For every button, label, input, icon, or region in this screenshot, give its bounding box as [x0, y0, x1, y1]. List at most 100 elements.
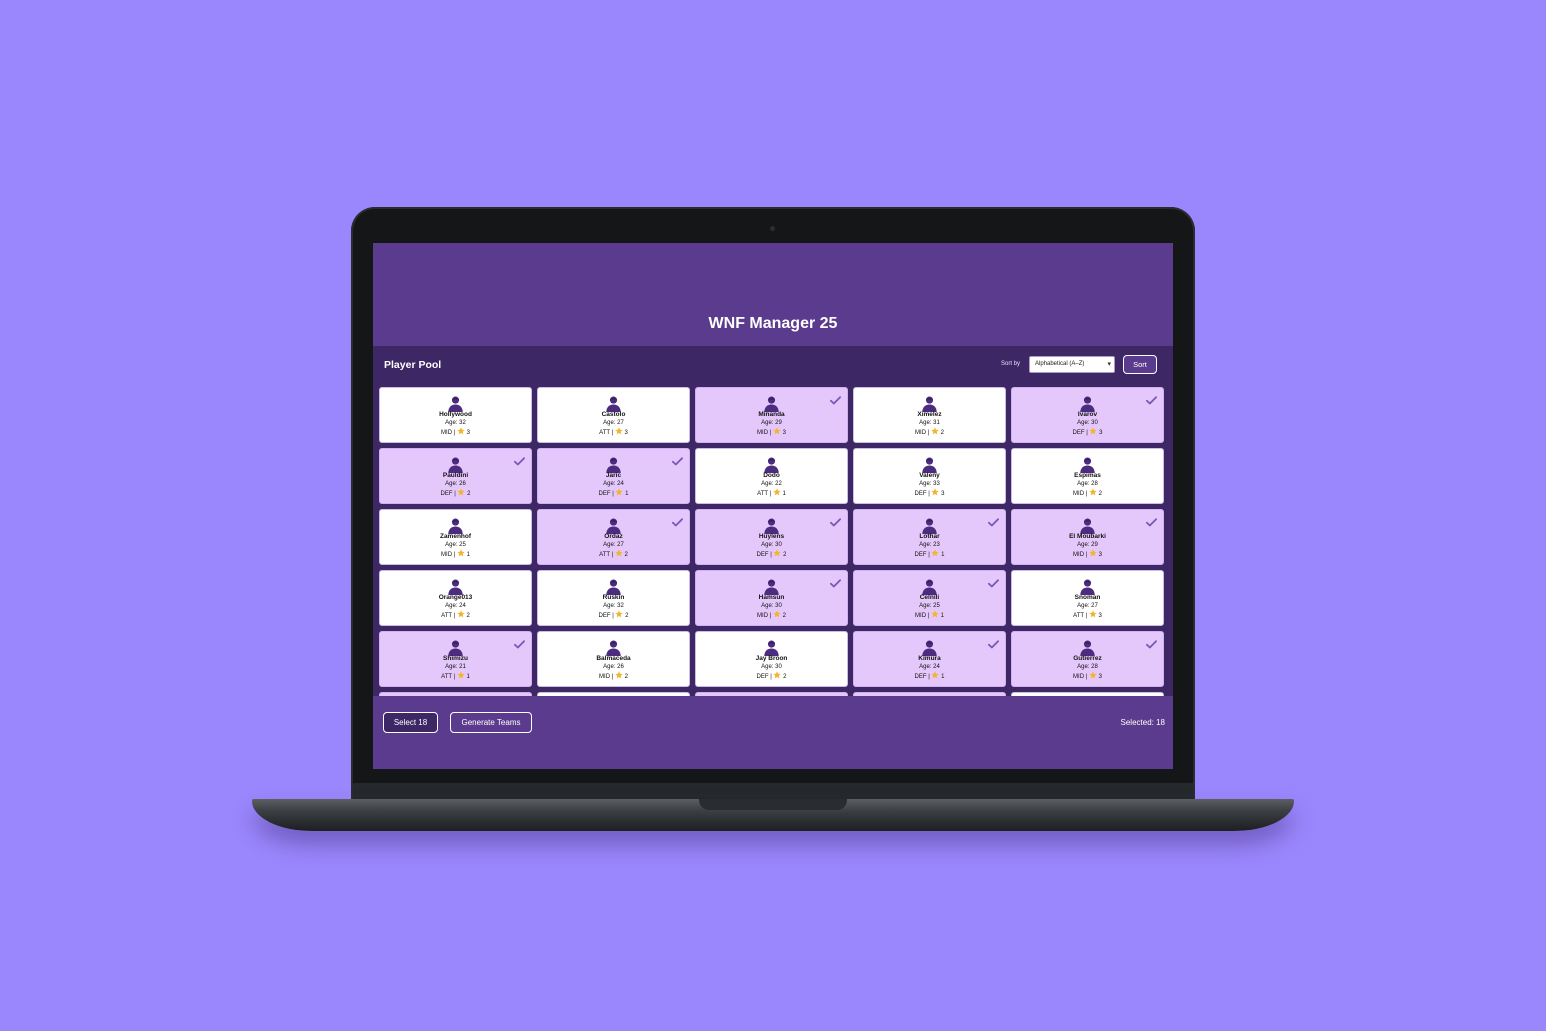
player-position: MID | — [915, 430, 931, 436]
player-name: Huylens — [758, 533, 785, 540]
star-icon — [457, 671, 465, 679]
person-silhouette-icon — [605, 517, 622, 534]
star-icon — [931, 610, 939, 618]
checkmark-icon — [988, 636, 999, 649]
player-rating: 1 — [782, 491, 786, 497]
player-name: Lothar — [919, 533, 940, 540]
player-card[interactable]: Valeny Age: 33 DEF | 3 — [853, 448, 1006, 504]
player-card[interactable]: Huylens Age: 30 DEF | 2 — [695, 509, 848, 565]
star-icon — [457, 610, 465, 618]
sort-label: Sort by — [1001, 361, 1021, 367]
player-card[interactable]: Pauldini Age: 26 DEF | 2 — [379, 448, 532, 504]
player-card[interactable]: Hamsun Age: 30 MID | 2 — [695, 570, 848, 626]
player-rating: 2 — [783, 552, 787, 558]
player-name: Snoman — [1074, 594, 1101, 601]
player-card[interactable]: Castolo Age: 27 ATT | 3 — [537, 387, 690, 443]
star-icon — [457, 427, 465, 435]
star-icon — [457, 488, 466, 496]
player-position: DEF | — [756, 552, 774, 558]
player-card[interactable]: Celnili Age: 25 MID | 1 — [853, 570, 1006, 626]
player-rating: 2 — [783, 674, 787, 680]
player-rating: 1 — [466, 674, 470, 680]
player-card[interactable]: Ordaz Age: 27 ATT | 2 — [537, 509, 690, 565]
player-card[interactable]: Lothar Age: 23 DEF | 1 — [853, 509, 1006, 565]
player-age: Age: 30 — [761, 542, 782, 548]
player-position-rating: DEF | 1 — [538, 488, 689, 499]
sort-button[interactable]: Sort — [1123, 355, 1157, 374]
player-position: MID | — [757, 613, 773, 619]
star-icon — [773, 549, 782, 557]
checkmark-icon — [672, 453, 683, 466]
player-name: Ximelez — [917, 411, 942, 418]
player-position-rating: ATT | 3 — [1012, 610, 1163, 621]
player-position-rating: ATT | 2 — [380, 610, 531, 621]
generate-teams-button[interactable]: Generate Teams — [450, 712, 532, 733]
player-card[interactable]: Kimura Age: 24 DEF | 1 — [853, 631, 1006, 687]
person-silhouette-icon — [763, 517, 780, 534]
star-icon — [615, 488, 624, 496]
player-pool-panel: Player Pool Sort by Alphabetical (A–Z) ▾… — [373, 346, 1173, 696]
player-rating: 1 — [940, 613, 944, 619]
player-age: Age: 27 — [603, 542, 624, 548]
player-card[interactable]: Espimas Age: 28 MID | 2 — [1011, 448, 1164, 504]
app-header: WNF Manager 25 — [373, 243, 1173, 346]
star-icon — [1089, 610, 1097, 618]
player-position: ATT | — [599, 552, 615, 558]
player-age: Age: 27 — [1077, 603, 1098, 609]
player-rating: 2 — [624, 552, 628, 558]
player-position-rating: ATT | 1 — [380, 671, 531, 682]
player-age: Age: 21 — [445, 664, 466, 670]
player-card[interactable]: Hollywood Age: 32 MID | 3 — [379, 387, 532, 443]
star-icon — [1089, 427, 1098, 435]
player-age: Age: 24 — [919, 664, 940, 670]
player-position: DEF | — [914, 491, 932, 497]
player-rating: 2 — [625, 613, 629, 619]
player-age: Age: 24 — [445, 603, 466, 609]
player-rating: 3 — [624, 430, 628, 436]
player-name: Celnili — [919, 594, 940, 601]
star-icon — [615, 549, 623, 557]
player-card[interactable]: Snoman Age: 27 ATT | 3 — [1011, 570, 1164, 626]
player-position-rating: MID | 2 — [1012, 488, 1163, 499]
player-rating: 1 — [625, 491, 629, 497]
player-card[interactable]: Minanda Age: 29 MID | 3 — [695, 387, 848, 443]
player-age: Age: 26 — [445, 481, 466, 487]
player-age: Age: 30 — [761, 603, 782, 609]
player-age: Age: 32 — [445, 420, 466, 426]
player-age: Age: 28 — [1077, 481, 1098, 487]
player-position-rating: MID | 2 — [538, 671, 689, 682]
person-silhouette-icon — [1079, 517, 1096, 534]
player-position: MID | — [441, 552, 457, 558]
star-icon — [615, 427, 623, 435]
select-18-button[interactable]: Select 18 — [383, 712, 438, 733]
star-icon — [773, 610, 781, 618]
player-age: Age: 31 — [919, 420, 940, 426]
player-card[interactable]: Jaric Age: 24 DEF | 1 — [537, 448, 690, 504]
player-age: Age: 33 — [919, 481, 940, 487]
player-card[interactable]: Ximelez Age: 31 MID | 2 — [853, 387, 1006, 443]
player-card[interactable]: Zamenhof Age: 25 MID | 1 — [379, 509, 532, 565]
player-card[interactable]: Ruskin Age: 32 DEF | 2 — [537, 570, 690, 626]
checkmark-icon — [830, 514, 841, 527]
player-age: Age: 23 — [919, 542, 940, 548]
player-name: Hollywood — [439, 411, 472, 418]
player-card[interactable]: Jay Broon Age: 30 DEF | 2 — [695, 631, 848, 687]
player-card[interactable]: Balmaceda Age: 26 MID | 2 — [537, 631, 690, 687]
player-position: DEF | — [914, 674, 932, 680]
player-age: Age: 26 — [603, 664, 624, 670]
player-name: Dodo — [763, 472, 780, 479]
chevron-down-icon: ▾ — [1107, 361, 1111, 368]
player-position-rating: MID | 3 — [380, 427, 531, 438]
player-rating: 2 — [1098, 491, 1102, 497]
player-card[interactable]: Ivarov Age: 30 DEF | 3 — [1011, 387, 1164, 443]
player-card[interactable]: Gutierrez Age: 28 MID | 3 — [1011, 631, 1164, 687]
star-icon — [1089, 549, 1097, 557]
player-card[interactable]: El Moubarki Age: 29 MID | 3 — [1011, 509, 1164, 565]
player-card[interactable]: Shimizu Age: 21 ATT | 1 — [379, 631, 532, 687]
checkmark-icon — [672, 514, 683, 527]
sort-select[interactable]: Alphabetical (A–Z) ▾ — [1029, 356, 1115, 373]
player-rating: 3 — [1098, 613, 1102, 619]
person-silhouette-icon — [605, 395, 622, 412]
player-card[interactable]: Dodo Age: 22 ATT | 1 — [695, 448, 848, 504]
player-card[interactable]: Orange013 Age: 24 ATT | 2 — [379, 570, 532, 626]
